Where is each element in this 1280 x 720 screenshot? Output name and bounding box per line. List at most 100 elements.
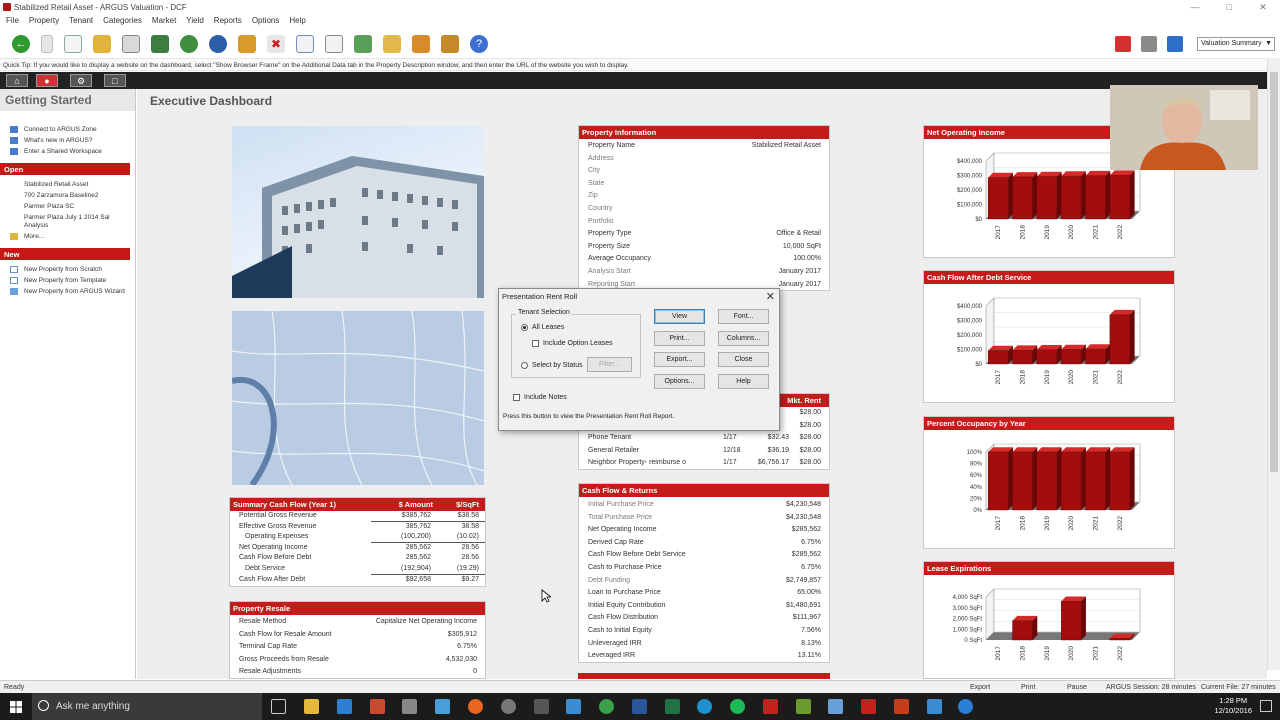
- taskbar-search[interactable]: Ask me anything: [32, 693, 262, 720]
- sidebar-open-item[interactable]: Parmer Plaza SC: [0, 201, 135, 212]
- bar-side: [1081, 171, 1086, 219]
- sidebar-open-more[interactable]: More...: [0, 231, 135, 242]
- market-rent: $28.00: [799, 409, 821, 416]
- menu-yield[interactable]: Yield: [182, 14, 210, 28]
- sidebar-open-item[interactable]: 700 Zarzamora Baseline2: [0, 190, 135, 201]
- menu-reports[interactable]: Reports: [210, 14, 248, 28]
- open-folder-icon[interactable]: [93, 35, 111, 53]
- dropdown-arrow-icon[interactable]: [41, 35, 53, 53]
- menu-tenant[interactable]: Tenant: [65, 14, 99, 28]
- sidebar-link-whats-new[interactable]: What's new in ARGUS?: [0, 135, 135, 146]
- export-button[interactable]: Export...: [654, 352, 705, 367]
- task-view-icon[interactable]: [271, 699, 286, 714]
- excel-icon[interactable]: [665, 699, 680, 714]
- summary-cf-amount: (100,200): [371, 532, 437, 543]
- dialog-close-icon[interactable]: ✕: [766, 290, 775, 303]
- view-button[interactable]: View: [654, 309, 705, 324]
- globe-green-icon[interactable]: [180, 35, 198, 53]
- sidebar-new-scratch[interactable]: New Property from Scratch: [0, 264, 135, 275]
- home-tab-icon[interactable]: ⌂: [6, 74, 28, 87]
- firefox-icon[interactable]: [468, 699, 483, 714]
- people-icon[interactable]: [412, 35, 430, 53]
- windows-start-icon[interactable]: [0, 693, 32, 720]
- toolbar-right-icon-1[interactable]: [1115, 36, 1131, 52]
- menu-property[interactable]: Property: [25, 14, 65, 28]
- app-icon-17[interactable]: [828, 699, 843, 714]
- chrome-icon[interactable]: [599, 699, 614, 714]
- lock-icon[interactable]: [238, 35, 256, 53]
- calculator-icon[interactable]: [151, 35, 169, 53]
- vertical-scrollbar[interactable]: [1267, 58, 1280, 670]
- sidebar-open-item[interactable]: Parmer Plaza July 1 2014 Sal Analysis: [0, 212, 135, 231]
- person-icon[interactable]: [441, 35, 459, 53]
- bar-chart-icon[interactable]: [325, 35, 343, 53]
- scissors-icon[interactable]: ✖: [267, 35, 285, 53]
- view-select[interactable]: Valuation Summary ▼: [1197, 37, 1275, 51]
- spotify-icon[interactable]: [730, 699, 745, 714]
- stop-tab-icon[interactable]: ●: [36, 74, 58, 87]
- menu-help[interactable]: Help: [285, 14, 311, 28]
- app-icon-4[interactable]: [402, 699, 417, 714]
- filter-button[interactable]: Filter...: [587, 357, 632, 372]
- back-icon[interactable]: ←: [12, 35, 30, 53]
- summary-cf-label: Net Operating Income: [239, 543, 308, 551]
- microphone-icon[interactable]: [534, 699, 549, 714]
- all-leases-radio[interactable]: [521, 324, 528, 331]
- toolbar-right-icon-3[interactable]: [1167, 36, 1183, 52]
- row-value: 10,000 SqFt: [782, 242, 821, 250]
- close-button[interactable]: Close: [718, 352, 769, 367]
- options-button[interactable]: Options...: [654, 374, 705, 389]
- toolbar-right-icon-2[interactable]: [1141, 36, 1157, 52]
- new-file-icon[interactable]: [64, 35, 82, 53]
- include-notes-checkbox[interactable]: [513, 394, 520, 401]
- app-icon-16[interactable]: [796, 699, 811, 714]
- app-icon-20[interactable]: [927, 699, 942, 714]
- row-label: Property Type: [588, 230, 632, 238]
- grid-icon[interactable]: [354, 35, 372, 53]
- app-icon-5[interactable]: [435, 699, 450, 714]
- menu-options[interactable]: Options: [248, 14, 286, 28]
- menu-market[interactable]: Market: [148, 14, 182, 28]
- folder-icon[interactable]: [383, 35, 401, 53]
- app-icon-7[interactable]: [501, 699, 516, 714]
- sidebar-open-item[interactable]: Stabilized Retail Asset: [0, 179, 135, 190]
- sidebar-new-wizard[interactable]: New Property from ARGUS Wizard: [0, 286, 135, 297]
- menu-categories[interactable]: Categories: [99, 14, 148, 28]
- settings-tab-icon[interactable]: ⚙: [70, 74, 92, 87]
- close-window-button[interactable]: ✕: [1246, 0, 1280, 14]
- globe-icon[interactable]: [209, 35, 227, 53]
- help-button[interactable]: Help: [718, 374, 769, 389]
- file-explorer-icon[interactable]: [304, 699, 319, 714]
- chart-icon[interactable]: [122, 35, 140, 53]
- notifications-icon[interactable]: [1260, 700, 1272, 712]
- table-row: Resale Adjustments 0: [230, 666, 485, 679]
- app-icon-21[interactable]: [958, 699, 973, 714]
- app-icon-13[interactable]: [697, 699, 712, 714]
- status-print[interactable]: Print: [1021, 684, 1035, 691]
- print-button[interactable]: Print...: [654, 331, 705, 346]
- font-button[interactable]: Font...: [718, 309, 769, 324]
- status-pause[interactable]: Pause: [1067, 684, 1087, 691]
- acrobat-icon[interactable]: [763, 699, 778, 714]
- sidebar-link-shared-workspace[interactable]: Enter a Shared Workspace: [0, 146, 135, 157]
- include-option-leases-checkbox[interactable]: [532, 340, 539, 347]
- sidebar-new-template[interactable]: New Property from Template: [0, 275, 135, 286]
- help-icon[interactable]: ?: [470, 35, 488, 53]
- scrollbar-thumb[interactable]: [1270, 72, 1278, 472]
- taskbar-clock[interactable]: 1:28 PM 12/10/2016: [1214, 696, 1252, 716]
- powerpoint-icon[interactable]: [894, 699, 909, 714]
- store-icon[interactable]: [337, 699, 352, 714]
- app-icon-9[interactable]: [566, 699, 581, 714]
- columns-button[interactable]: Columns...: [718, 331, 769, 346]
- word-icon[interactable]: [632, 699, 647, 714]
- pdf-icon[interactable]: [861, 699, 876, 714]
- minimize-button[interactable]: —: [1178, 0, 1212, 14]
- window-tab-icon[interactable]: □: [104, 74, 126, 87]
- select-by-status-radio[interactable]: [521, 362, 528, 369]
- sidebar-link-argus-zone[interactable]: Connect to ARGUS Zone: [0, 124, 135, 135]
- menu-file[interactable]: File: [2, 14, 25, 28]
- argus-taskbar-icon[interactable]: [370, 699, 385, 714]
- document-icon[interactable]: [296, 35, 314, 53]
- status-export[interactable]: Export: [970, 684, 990, 691]
- maximize-button[interactable]: □: [1212, 0, 1246, 14]
